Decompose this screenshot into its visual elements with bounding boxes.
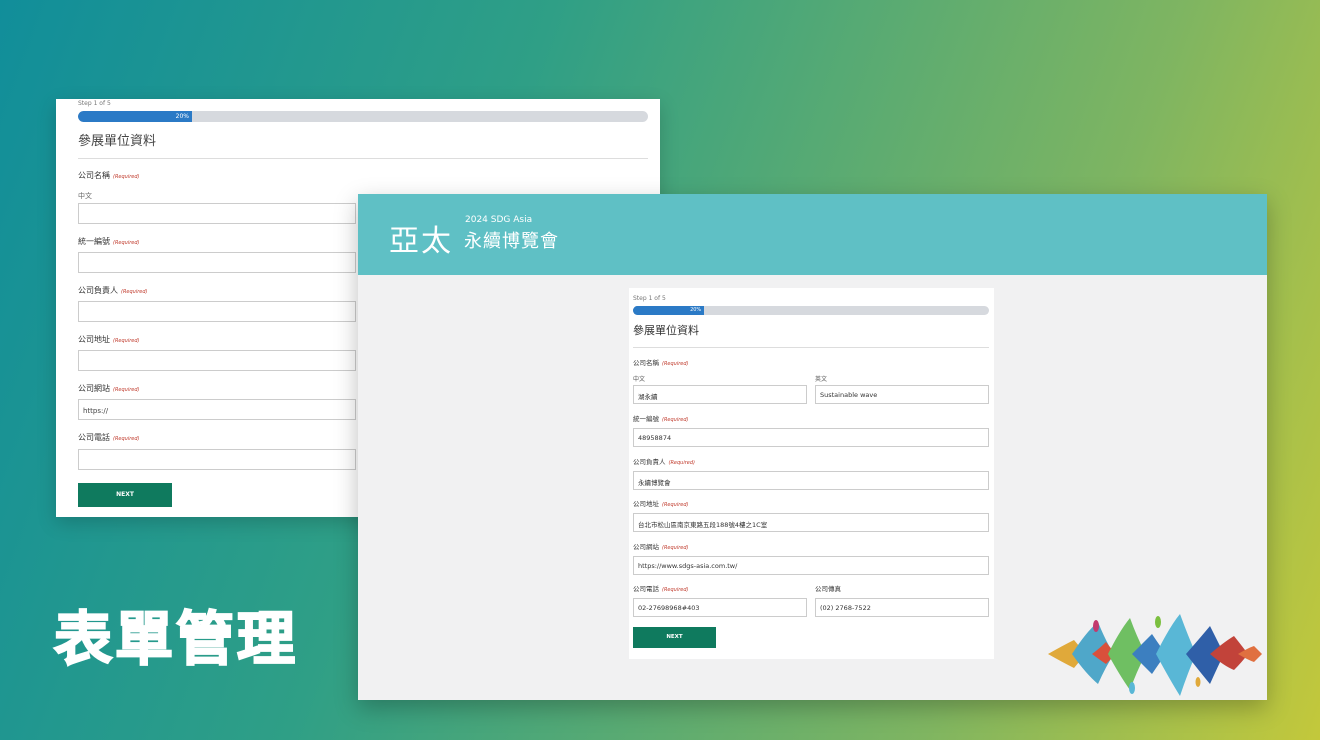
next-button[interactable]: NEXT: [78, 483, 172, 507]
step-indicator: Step 1 of 5: [633, 295, 666, 302]
company-name-english-input[interactable]: Sustainable wave: [815, 385, 989, 404]
address-input[interactable]: [78, 350, 356, 371]
next-button[interactable]: NEXT: [633, 627, 716, 648]
chinese-sublabel: 中文: [78, 192, 92, 200]
logo-subtitle: 永續博覽會: [464, 231, 559, 252]
address-label: 公司地址 (Required): [633, 500, 689, 508]
fax-input[interactable]: (02) 2768-7522: [815, 598, 989, 617]
front-form-window: 亞太 2024 SDG Asia 永續博覽會 Step 1 of 5 20% 參…: [358, 194, 1267, 700]
progress-fill: 20%: [633, 306, 705, 315]
owner-input[interactable]: [78, 301, 356, 322]
company-name-label: 公司名稱 (Required): [78, 171, 140, 180]
site-header: 亞太 2024 SDG Asia 永續博覽會: [358, 194, 1267, 275]
step-indicator: Step 1 of 5: [78, 100, 111, 107]
phone-label: 公司電話 (Required): [78, 433, 140, 442]
decorative-wave-graphic: [1048, 614, 1262, 696]
tax-id-label: 統一編號 (Required): [78, 237, 140, 246]
website-label: 公司網站 (Required): [78, 384, 140, 393]
progress-bar: 20%: [78, 111, 648, 122]
address-input[interactable]: 台北市松山區南京東路五段188號4樓之1C室: [633, 513, 989, 532]
progress-bar: 20%: [633, 306, 989, 315]
phone-input[interactable]: 02-27698968#403: [633, 598, 807, 617]
owner-label: 公司負責人 (Required): [78, 286, 148, 295]
logo-main-text: 亞太: [389, 224, 453, 259]
form-card: Step 1 of 5 20% 參展單位資料 公司名稱 (Required) 中文…: [629, 288, 994, 659]
company-name-chinese-input[interactable]: 湖永續: [633, 385, 807, 404]
fax-label: 公司傳真: [815, 585, 841, 593]
address-label: 公司地址 (Required): [78, 335, 140, 344]
owner-label: 公司負責人 (Required): [633, 458, 695, 466]
website-input[interactable]: https://www.sdgs-asia.com.tw/: [633, 556, 989, 575]
page-caption: 表單管理: [53, 604, 299, 674]
form-title: 參展單位資料: [633, 324, 699, 337]
progress-fill: 20%: [78, 111, 192, 122]
phone-input[interactable]: [78, 449, 356, 470]
logo-event-name: 2024 SDG Asia: [465, 215, 533, 225]
tax-id-input[interactable]: 48958874: [633, 428, 989, 447]
form-title: 參展單位資料: [78, 134, 157, 149]
website-input[interactable]: https://: [78, 399, 356, 420]
chinese-sublabel: 中文: [633, 376, 646, 383]
divider: [633, 347, 989, 348]
phone-label: 公司電話 (Required): [633, 585, 689, 593]
tax-id-input[interactable]: [78, 252, 356, 273]
company-name-label: 公司名稱 (Required): [633, 359, 689, 367]
english-sublabel: 英文: [815, 376, 828, 383]
company-name-chinese-input[interactable]: [78, 203, 356, 224]
owner-input[interactable]: 永續博覽會: [633, 471, 989, 490]
website-label: 公司網站 (Required): [633, 543, 689, 551]
divider: [78, 158, 648, 159]
tax-id-label: 統一編號 (Required): [633, 415, 689, 423]
